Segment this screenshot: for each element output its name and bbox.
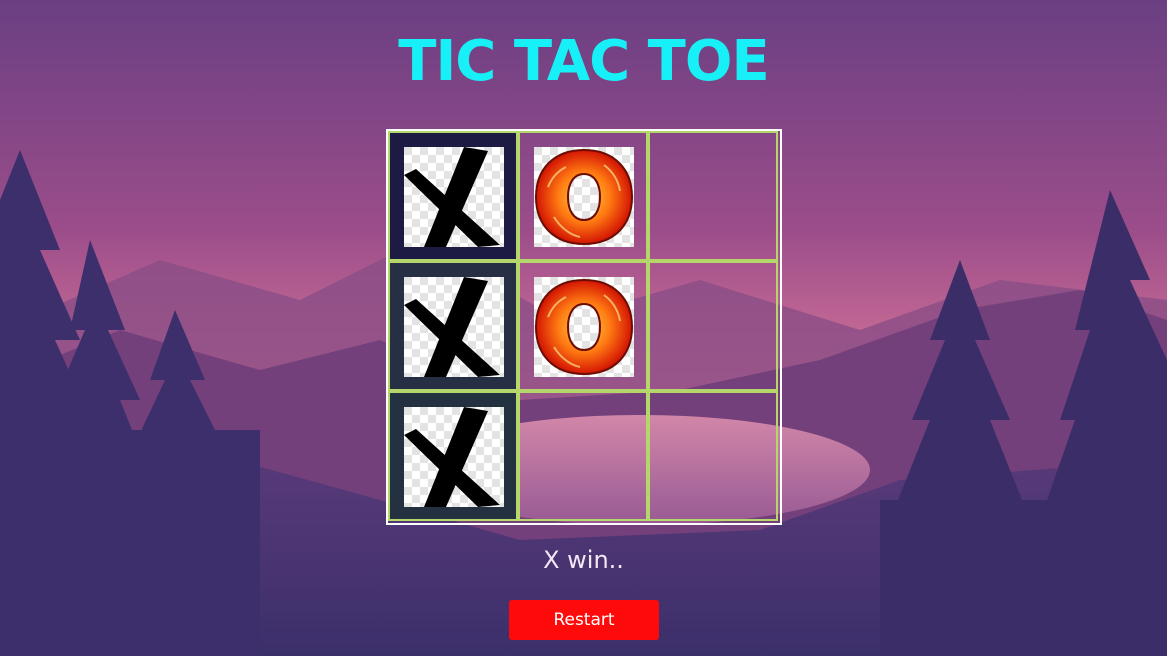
x-mark-icon — [404, 147, 504, 247]
game-title: TIC TAC TOE — [398, 29, 769, 94]
board-cell-r3-c2[interactable] — [518, 391, 648, 521]
board-cell-r2-c1[interactable] — [388, 261, 518, 391]
x-mark-icon — [404, 277, 504, 377]
game-board — [386, 129, 782, 525]
board-cell-r3-c1[interactable] — [388, 391, 518, 521]
board-cell-r1-c1[interactable] — [388, 131, 518, 261]
x-mark-icon — [404, 407, 504, 507]
fire-o-icon — [534, 147, 634, 247]
fire-o-icon — [534, 277, 634, 377]
game-status-message: X win.. — [543, 546, 624, 574]
board-cell-r2-c3[interactable] — [648, 261, 778, 391]
board-cell-r2-c2[interactable] — [518, 261, 648, 391]
board-cell-r3-c3[interactable] — [648, 391, 778, 521]
restart-button[interactable]: Restart — [509, 600, 659, 640]
board-cell-r1-c3[interactable] — [648, 131, 778, 261]
board-cell-r1-c2[interactable] — [518, 131, 648, 261]
